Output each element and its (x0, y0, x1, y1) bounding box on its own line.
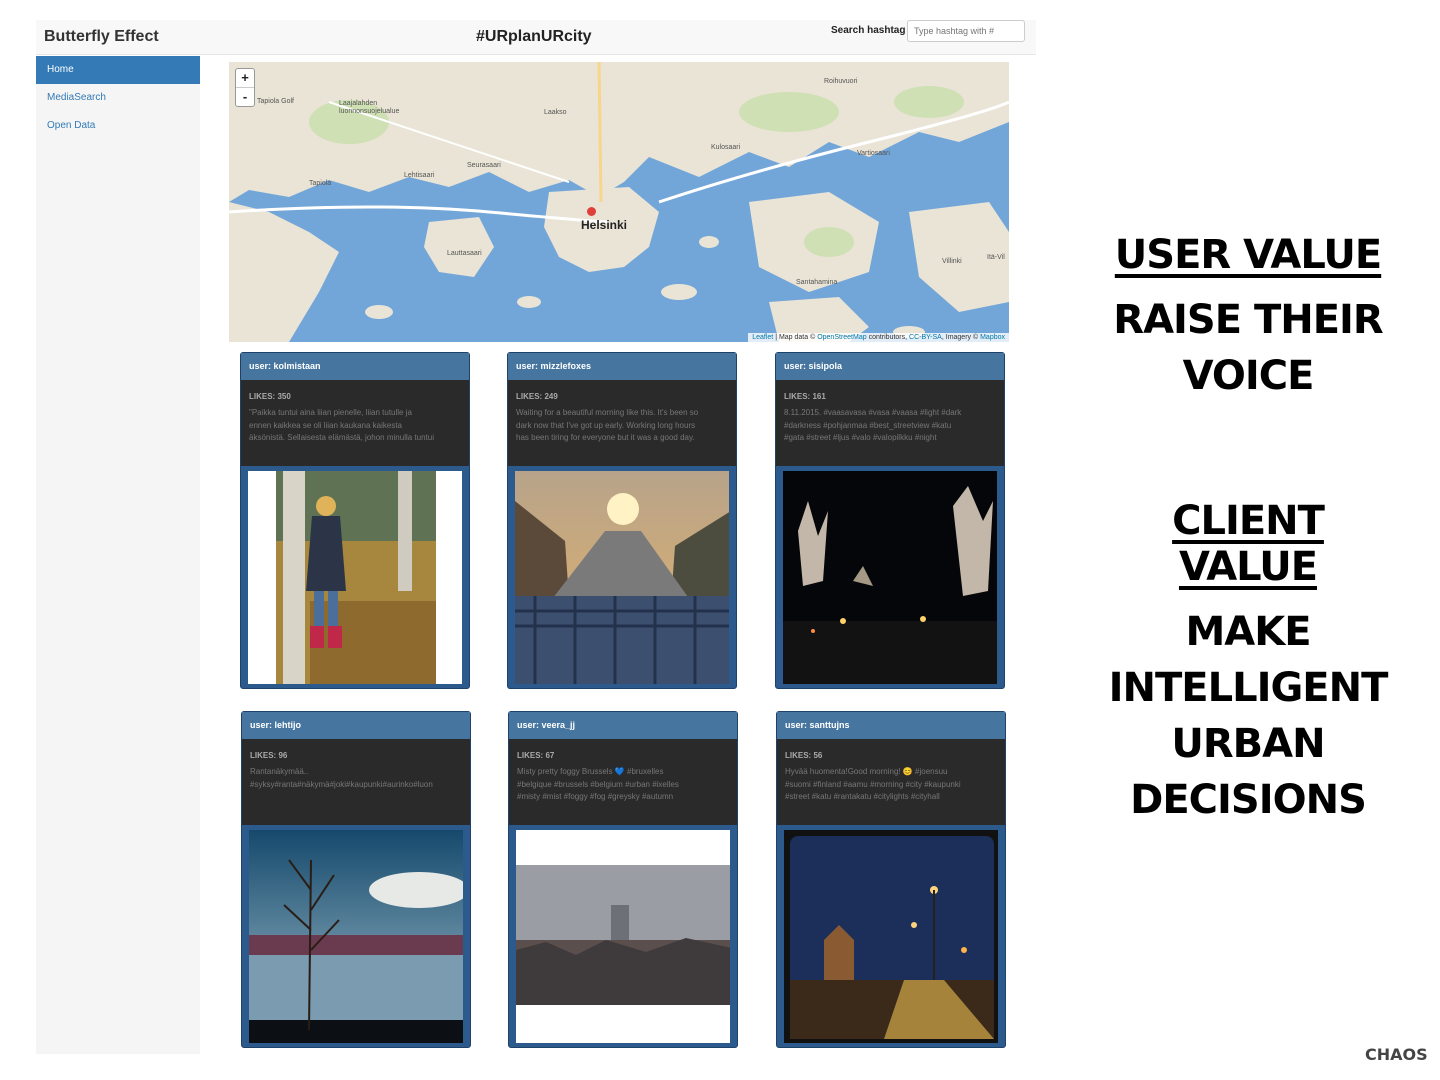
client-value-line: DECISIONS (1130, 777, 1367, 823)
post-card[interactable]: user: kolmistaan LIKES: 350 "Paikka tunt… (240, 352, 470, 689)
user-value-heading: USER VALUE (1114, 232, 1382, 278)
photo-image (516, 830, 730, 1043)
attribution-text: contributors, (866, 334, 910, 341)
page-title: #URplanURcity (476, 28, 592, 45)
post-user: user: veera_jj (509, 712, 737, 739)
brand-link[interactable]: Butterfly Effect (44, 28, 159, 46)
post-user: user: sisipola (776, 353, 1004, 380)
sidebar-item-home[interactable]: Home (36, 56, 200, 84)
post-body: LIKES: 350 "Paikka tuntui aina liian pie… (241, 380, 469, 466)
map-place-label: Kulosaari (711, 144, 741, 151)
map-place-label: Itä-Vil (987, 254, 1005, 261)
post-body: LIKES: 249 Waiting for a beautiful morni… (508, 380, 736, 466)
sidebar: Home MediaSearch Open Data (36, 56, 200, 1054)
user-value-line: RAISE THEIR (1113, 297, 1383, 343)
post-likes: LIKES: 56 (785, 751, 823, 760)
client-value-line: INTELLIGENT (1108, 665, 1389, 711)
post-photo[interactable] (249, 830, 463, 1043)
photo-image (249, 830, 463, 1043)
osm-link[interactable]: OpenStreetMap (817, 334, 866, 341)
license-link[interactable]: CC-BY-SA (909, 334, 942, 341)
post-body: LIKES: 67 Misty pretty foggy Brussels 💙 … (509, 739, 737, 825)
map-place-label: Laajalahden luonnonsuojelualue (339, 100, 400, 115)
photo-image (783, 471, 997, 684)
post-card[interactable]: user: veera_jj LIKES: 67 Misty pretty fo… (508, 711, 738, 1048)
app-window: Butterfly Effect #URplanURcity Search ha… (36, 20, 1036, 1054)
post-user: user: santtujns (777, 712, 1005, 739)
map-attribution: Leaflet | Map data © OpenStreetMap contr… (748, 333, 1009, 342)
post-likes: LIKES: 161 (784, 392, 826, 401)
map[interactable]: + - Tapiola Golf Laajalahden luonnonsuoj… (229, 62, 1009, 342)
navbar: Butterfly Effect #URplanURcity Search ha… (36, 20, 1036, 55)
post-card[interactable]: user: sisipola LIKES: 161 8.11.2015. #va… (775, 352, 1005, 689)
map-city-label: Helsinki (581, 218, 628, 232)
post-user: user: lehtijo (242, 712, 470, 739)
user-value-block: USER VALUE RAISE THEIR VOICE (1100, 232, 1396, 404)
post-body: LIKES: 96 Rantanäkymää.. #syksy#ranta#nä… (242, 739, 470, 825)
map-place-label: Santahamina (796, 279, 838, 286)
post-likes: LIKES: 67 (517, 751, 555, 760)
map-place-label: Villinki (942, 258, 962, 265)
search-label: Search hashtag (831, 25, 906, 36)
client-value-heading: CLIENT VALUE (1172, 498, 1325, 590)
map-place-label: Lauttasaari (447, 250, 482, 257)
attribution-text: | Map data © (773, 334, 818, 341)
post-caption: 8.11.2015. #vaasavasa #vasa #vaasa #ligh… (784, 408, 962, 442)
post-photo[interactable] (248, 471, 462, 684)
post-user: user: kolmistaan (241, 353, 469, 380)
post-caption: Waiting for a beautiful morning like thi… (516, 408, 699, 442)
user-value-line: VOICE (1182, 353, 1315, 399)
map-place-label: Tapiola (309, 180, 332, 187)
client-value-line: MAKE (1185, 609, 1311, 655)
map-place-label: Lehtisaari (404, 172, 435, 179)
client-value-line: URBAN (1171, 721, 1325, 767)
photo-image (515, 471, 729, 684)
post-photo[interactable] (515, 471, 729, 684)
post-photo[interactable] (783, 471, 997, 684)
post-caption: Hyvää huomenta!Good morning! 😊 #joensuu … (785, 767, 961, 801)
map-place-label: Roihuvuori (824, 78, 858, 85)
sidebar-item-mediasearch[interactable]: MediaSearch (36, 84, 200, 112)
photo-image (784, 830, 998, 1043)
post-card[interactable]: user: mizzlefoxes LIKES: 249 Waiting for… (507, 352, 737, 689)
location-marker-icon[interactable] (587, 207, 596, 216)
post-photo[interactable] (516, 830, 730, 1043)
sidebar-item-open-data[interactable]: Open Data (36, 112, 200, 140)
post-likes: LIKES: 350 (249, 392, 291, 401)
post-caption: Rantanäkymää.. #syksy#ranta#näkymä#joki#… (250, 767, 433, 789)
leaflet-link[interactable]: Leaflet (752, 334, 773, 341)
post-body: LIKES: 161 8.11.2015. #vaasavasa #vasa #… (776, 380, 1004, 466)
search-input[interactable] (907, 20, 1025, 42)
client-value-block: CLIENT VALUE MAKE INTELLIGENT URBAN DECI… (1100, 498, 1396, 828)
attribution-text: , Imagery © (941, 334, 981, 341)
zoom-out-button[interactable]: - (236, 87, 254, 106)
zoom-control: + - (235, 68, 255, 107)
post-caption: Misty pretty foggy Brussels 💙 #bruxelles… (517, 767, 679, 801)
map-place-label: Laakso (544, 109, 567, 116)
photo-image (248, 471, 462, 684)
post-card[interactable]: user: santtujns LIKES: 56 Hyvää huomenta… (776, 711, 1006, 1048)
post-body: LIKES: 56 Hyvää huomenta!Good morning! 😊… (777, 739, 1005, 825)
post-user: user: mizzlefoxes (508, 353, 736, 380)
post-caption: "Paikka tuntui aina liian pienelle, liia… (249, 408, 434, 442)
post-photo[interactable] (784, 830, 998, 1043)
map-place-label: Tapiola Golf (257, 98, 294, 105)
zoom-in-button[interactable]: + (236, 69, 254, 87)
chaos-logo: CHAOS (1365, 1045, 1428, 1064)
post-likes: LIKES: 249 (516, 392, 558, 401)
map-place-label: Seurasaari (467, 162, 501, 169)
post-likes: LIKES: 96 (250, 751, 288, 760)
post-card[interactable]: user: lehtijo LIKES: 96 Rantanäkymää.. #… (241, 711, 471, 1048)
map-place-label: Vartiosaari (857, 150, 890, 157)
mapbox-link[interactable]: Mapbox (980, 334, 1005, 341)
